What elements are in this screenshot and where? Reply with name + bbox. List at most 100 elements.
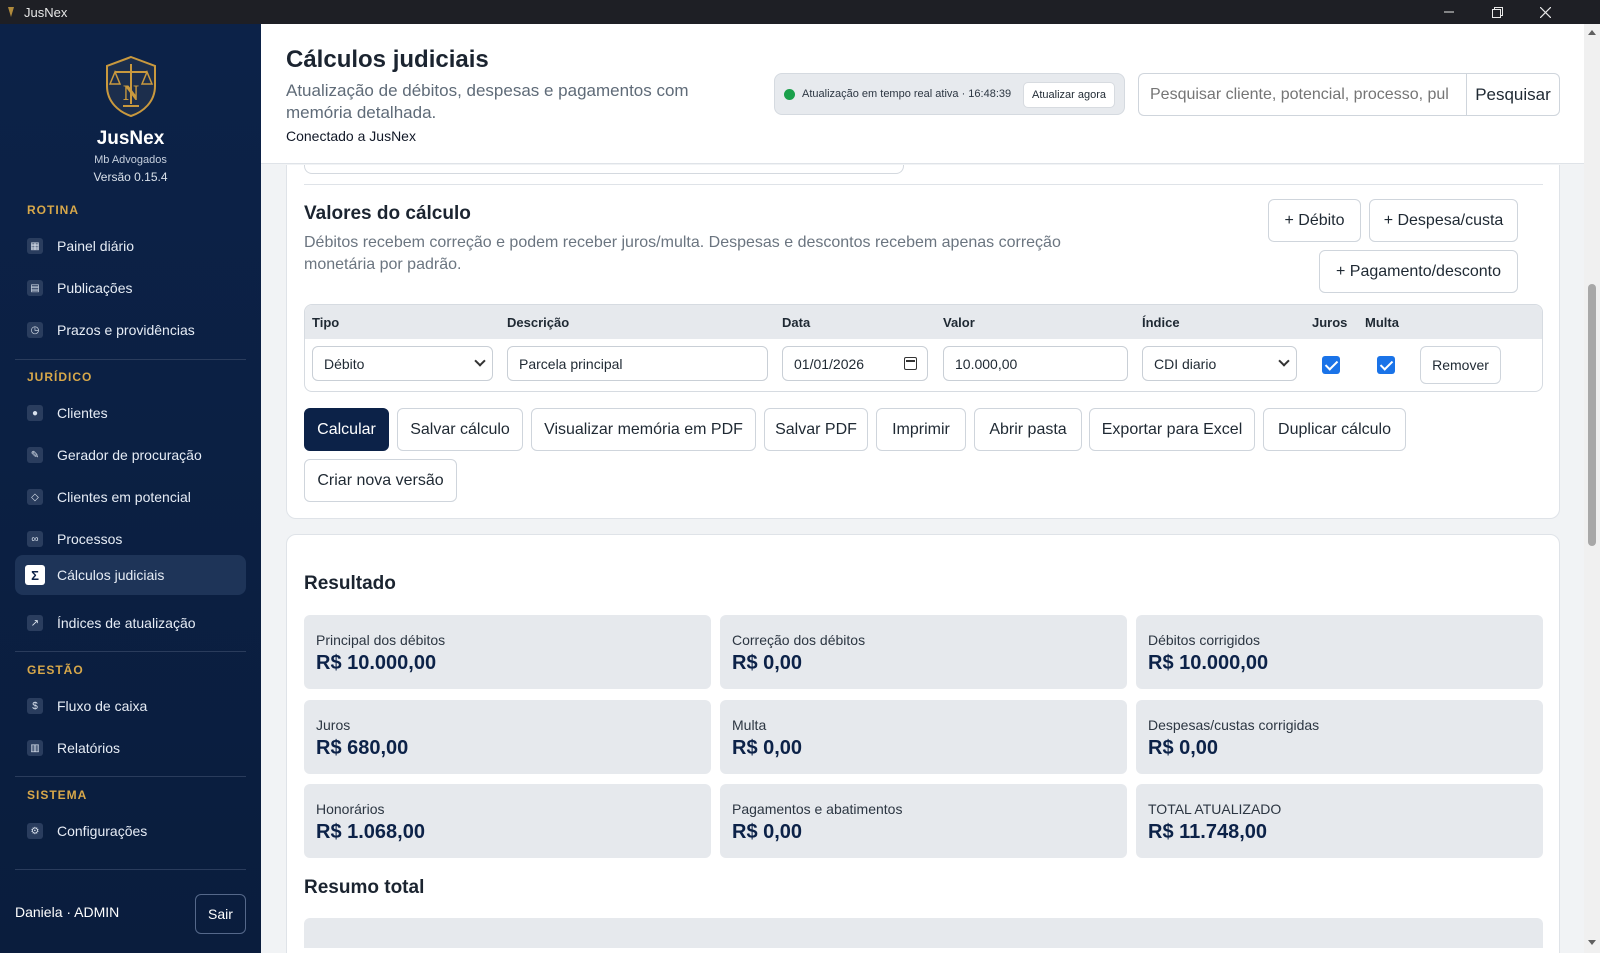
scrollbar[interactable]: [1584, 24, 1600, 953]
search-input[interactable]: [1138, 73, 1466, 116]
gear-icon: ⚙: [27, 823, 43, 839]
section-divider: [304, 184, 1543, 185]
result-penalty: Multa R$ 0,00: [720, 700, 1127, 774]
brand-logo-icon: N: [105, 55, 156, 118]
result-value: R$ 0,00: [732, 652, 803, 674]
previous-field[interactable]: [304, 165, 904, 174]
chevron-down-icon: [474, 355, 486, 367]
sidebar-item-label: Gerador de procuração: [57, 447, 202, 463]
trend-arrow-icon: ↗: [27, 615, 43, 631]
result-label: Correção dos débitos: [732, 632, 866, 648]
description-value: Parcela principal: [519, 355, 623, 372]
export-excel-button[interactable]: Exportar para Excel: [1089, 408, 1255, 451]
scroll-up-icon[interactable]: [1588, 30, 1596, 35]
penalty-checkbox[interactable]: [1377, 356, 1395, 374]
date-input[interactable]: 01/01/2026: [782, 346, 928, 381]
create-new-version-button[interactable]: Criar nova versão: [304, 459, 457, 502]
sidebar-divider: [15, 869, 246, 870]
save-pdf-button[interactable]: Salvar PDF: [764, 408, 868, 451]
add-payment-button[interactable]: + Pagamento/desconto: [1319, 250, 1518, 293]
add-expense-button[interactable]: + Despesa/custa: [1369, 199, 1518, 242]
result-correction: Correção dos débitos R$ 0,00: [720, 615, 1127, 689]
close-icon[interactable]: [1521, 0, 1569, 24]
scroll-down-icon[interactable]: [1588, 940, 1596, 945]
description-input[interactable]: Parcela principal: [507, 346, 768, 381]
column-header-juros: Juros: [1312, 315, 1348, 330]
interest-checkbox[interactable]: [1322, 356, 1340, 374]
logout-button[interactable]: Sair: [195, 894, 246, 934]
print-button[interactable]: Imprimir: [876, 408, 966, 451]
calendar-icon[interactable]: [904, 357, 917, 370]
brand-name: JusNex: [96, 128, 165, 149]
result-value: R$ 0,00: [1148, 737, 1219, 759]
sidebar-item-publicacoes[interactable]: ▤ Publicações: [15, 268, 246, 308]
result-label: Pagamentos e abatimentos: [732, 801, 903, 817]
result-value: R$ 11.748,00: [1148, 821, 1267, 843]
refresh-now-button[interactable]: Atualizar agora: [1023, 82, 1115, 108]
page-header: Cálculos judiciais Atualização de débito…: [261, 24, 1584, 164]
result-total: TOTAL ATUALIZADO R$ 11.748,00: [1136, 784, 1543, 858]
sidebar-item-calculos-judiciais[interactable]: Σ Cálculos judiciais: [15, 555, 246, 595]
sidebar-item-painel-diario[interactable]: ▦ Painel diário: [15, 226, 246, 266]
duplicate-calculation-button[interactable]: Duplicar cálculo: [1263, 408, 1406, 451]
view-memory-pdf-button[interactable]: Visualizar memória em PDF: [531, 408, 756, 451]
sidebar-item-relatorios[interactable]: ▥ Relatórios: [15, 728, 246, 768]
section-title-gestao: GESTÃO: [27, 663, 84, 677]
result-title: Resultado: [304, 573, 396, 594]
chevron-down-icon: [1278, 355, 1290, 367]
newspaper-icon: ▤: [27, 280, 43, 296]
open-folder-button[interactable]: Abrir pasta: [974, 408, 1082, 451]
sidebar-item-label: Painel diário: [57, 238, 135, 254]
values-section-title: Valores do cálculo: [304, 203, 471, 224]
section-title-rotina: ROTINA: [27, 203, 79, 217]
summary-table: [304, 918, 1543, 948]
date-value: 01/01/2026: [794, 355, 865, 372]
sidebar-item-label: Clientes em potencial: [57, 489, 191, 505]
sidebar-item-clientes-potencial[interactable]: ◇ Clientes em potencial: [15, 477, 246, 517]
realtime-status-text: Atualização em tempo real ativa · 16:48:…: [802, 88, 1012, 100]
dashboard-icon: ▦: [27, 238, 43, 254]
sidebar-item-indices[interactable]: ↗ Índices de atualização: [15, 603, 246, 643]
sidebar-item-label: Processos: [57, 531, 123, 547]
table-row: Débito Parcela principal 01/01/2026 10.0…: [305, 339, 1542, 391]
result-fees: Honorários R$ 1.068,00: [304, 784, 711, 858]
index-select[interactable]: CDI diario: [1142, 346, 1297, 381]
minimize-icon[interactable]: [1425, 0, 1473, 24]
add-debit-button[interactable]: + Débito: [1268, 199, 1361, 242]
sidebar-item-configuracoes[interactable]: ⚙ Configurações: [15, 811, 246, 851]
column-header-descricao: Descrição: [507, 315, 570, 330]
scroll-thumb[interactable]: [1588, 284, 1596, 546]
realtime-status-box: Atualização em tempo real ativa · 16:48:…: [774, 73, 1125, 115]
amount-value: 10.000,00: [955, 355, 1018, 372]
calculate-button[interactable]: Calcular: [304, 408, 389, 451]
summary-title: Resumo total: [304, 877, 425, 898]
main-content: Valores do cálculo Débitos recebem corre…: [261, 165, 1584, 953]
type-select[interactable]: Débito: [312, 346, 493, 381]
column-header-data: Data: [782, 315, 811, 330]
sidebar-item-clientes[interactable]: ● Clientes: [15, 393, 246, 433]
column-header-tipo: Tipo: [312, 315, 340, 330]
sidebar-item-label: Publicações: [57, 280, 133, 296]
result-card: Resultado Principal dos débitos R$ 10.00…: [286, 534, 1560, 953]
amount-input[interactable]: 10.000,00: [943, 346, 1128, 381]
sidebar: N JusNex Mb Advogados Versão 0.15.4 ROTI…: [0, 24, 261, 953]
search-button[interactable]: Pesquisar: [1466, 73, 1560, 116]
sidebar-item-gerador-procuracao[interactable]: ✎ Gerador de procuração: [15, 435, 246, 475]
restore-icon[interactable]: [1473, 0, 1521, 24]
section-title-sistema: SISTEMA: [27, 788, 88, 802]
sidebar-item-processos[interactable]: ∞ Processos: [15, 519, 246, 559]
app-logo-icon: [8, 7, 14, 17]
save-calculation-button[interactable]: Salvar cálculo: [397, 408, 523, 451]
page-title: Cálculos judiciais: [286, 46, 489, 73]
sidebar-item-prazos[interactable]: ◷ Prazos e providências: [15, 310, 246, 350]
result-value: R$ 0,00: [732, 737, 803, 759]
dollar-icon: $: [27, 698, 43, 714]
result-label: TOTAL ATUALIZADO: [1148, 801, 1282, 817]
diamond-icon: ◇: [27, 489, 43, 505]
brand-office: Mb Advogados: [94, 154, 167, 166]
result-label: Despesas/custas corrigidas: [1148, 717, 1320, 733]
sidebar-item-fluxo-caixa[interactable]: $ Fluxo de caixa: [15, 686, 246, 726]
sidebar-item-label: Configurações: [57, 823, 148, 839]
result-label: Débitos corrigidos: [1148, 632, 1261, 648]
remove-row-button[interactable]: Remover: [1420, 346, 1501, 384]
